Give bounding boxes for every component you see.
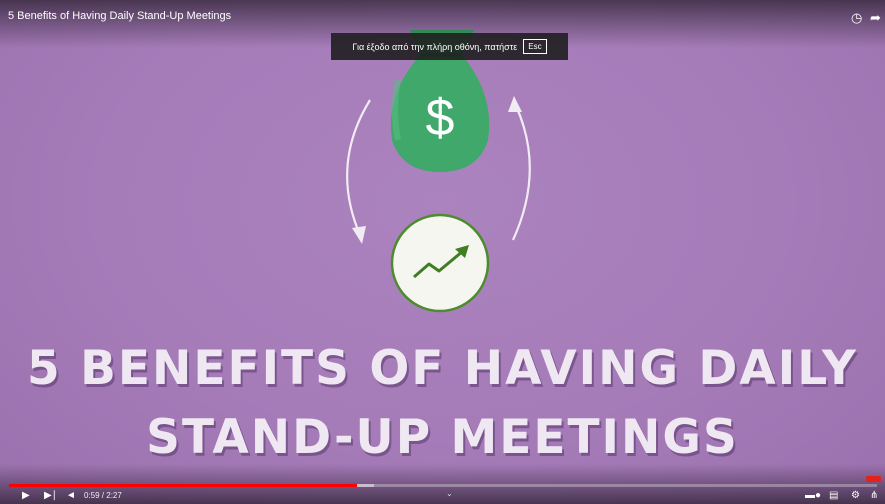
headline-line-2: STAND-UP MEETINGS xyxy=(146,410,739,465)
exit-hint-text: Για έξοδο από την πλήρη οθόνη, πατήστε xyxy=(352,41,518,52)
progress-bar[interactable] xyxy=(9,484,877,487)
headline-line-1: 5 BENEFITS OF HAVING DAILY xyxy=(27,341,858,396)
channel-badge[interactable] xyxy=(866,476,881,482)
exit-fullscreen-icon[interactable]: ⋔ xyxy=(870,490,878,502)
growth-chart-icon xyxy=(390,213,490,313)
left-arrow-head xyxy=(352,226,366,244)
dollar-sign: $ xyxy=(426,89,455,147)
volume-icon[interactable]: ◄ xyxy=(66,490,76,502)
right-cycle-arrow xyxy=(511,105,531,241)
time-display: 0:59 / 2:27 xyxy=(84,491,122,500)
subtitles-icon[interactable]: ▤ xyxy=(829,490,838,502)
left-cycle-arrow xyxy=(346,99,371,236)
watch-later-icon[interactable]: ◷ xyxy=(851,10,862,26)
video-title[interactable]: 5 Benefits of Having Daily Stand-Up Meet… xyxy=(8,10,231,22)
play-icon[interactable]: ▶ xyxy=(22,490,30,502)
video-player[interactable]: $ 5 BENEFITS OF HAVING DAILY STAND-UP ME… xyxy=(0,0,885,504)
control-bar: ▶ ▶∣ ◄ 0:59 / 2:27 ▬● ▤ ⚙ ⋔ xyxy=(0,490,885,504)
exit-fullscreen-hint: Για έξοδο από την πλήρη οθόνη, πατήστε E… xyxy=(331,33,568,60)
right-arrow-head xyxy=(508,96,522,112)
settings-icon[interactable]: ⚙ xyxy=(851,490,860,502)
autoplay-toggle-icon[interactable]: ▬● xyxy=(805,490,821,502)
progress-played xyxy=(9,484,358,487)
esc-key-badge: Esc xyxy=(523,39,547,54)
share-icon[interactable]: ➦ xyxy=(870,10,881,26)
next-icon[interactable]: ▶∣ xyxy=(44,490,57,502)
